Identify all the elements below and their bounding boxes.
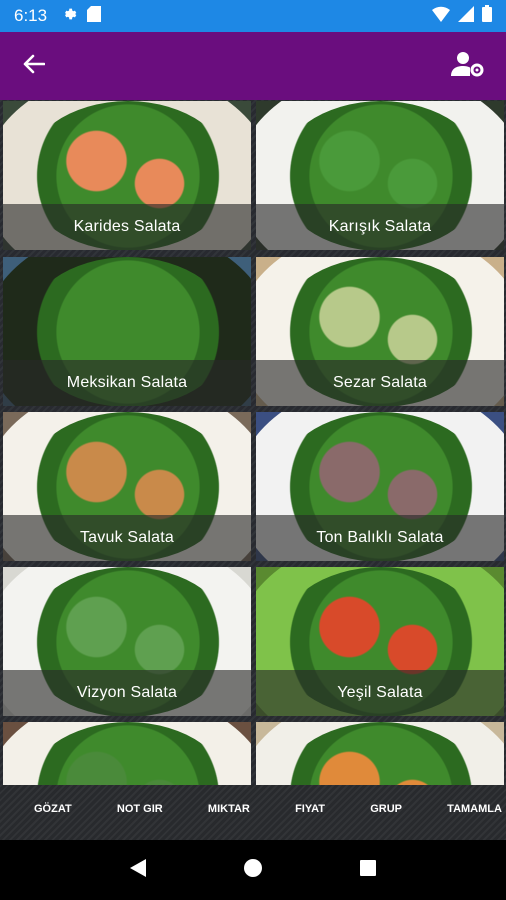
bottom-action-bar: GÖZAT NOT GIR MIKTAR FIYAT GRUP TAMAMLA xyxy=(0,785,506,840)
salad-label: Ton Balıklı Salata xyxy=(316,529,444,546)
signal-icon xyxy=(458,5,474,27)
user-settings-icon xyxy=(451,50,485,83)
salad-tile[interactable]: Karışık Salata xyxy=(256,101,504,250)
battery-icon xyxy=(482,5,492,27)
salad-label-bar: Karışık Salata xyxy=(256,204,504,250)
price-button[interactable]: FIYAT xyxy=(295,803,325,815)
salad-tile[interactable]: Meksikan Salata xyxy=(3,257,251,406)
salad-tile[interactable] xyxy=(256,722,504,785)
nav-recents-button[interactable] xyxy=(348,850,388,890)
salad-label: Sezar Salata xyxy=(332,374,427,391)
circle-home-icon xyxy=(243,858,263,883)
quantity-button[interactable]: MIKTAR xyxy=(208,803,250,815)
salad-label: Karides Salata xyxy=(73,218,181,235)
salad-label: Vizyon Salata xyxy=(76,684,178,701)
salad-tile[interactable]: Yeşil Salata xyxy=(256,567,504,716)
square-recents-icon xyxy=(359,859,377,882)
salad-tile[interactable] xyxy=(3,722,251,785)
salad-label-bar: Sezar Salata xyxy=(256,360,504,406)
app-bar xyxy=(0,32,506,100)
salad-tile[interactable]: Vizyon Salata xyxy=(3,567,251,716)
salad-grid: Karides Salata Karışık Salata Meksikan Sal… xyxy=(0,100,506,785)
salad-label-bar: Tavuk Salata xyxy=(3,515,251,561)
nav-home-button[interactable] xyxy=(233,850,273,890)
salad-tile[interactable]: Karides Salata xyxy=(3,101,251,250)
salad-label-bar: Ton Balıklı Salata xyxy=(256,515,504,561)
browse-button[interactable]: GÖZAT xyxy=(34,803,72,815)
salad-label: Yeşil Salata xyxy=(337,684,423,701)
salad-label-bar: Yeşil Salata xyxy=(256,670,504,716)
status-icons-right xyxy=(432,5,492,27)
sd-card-icon xyxy=(87,5,102,27)
gear-icon xyxy=(61,6,77,27)
back-button[interactable] xyxy=(18,50,50,82)
salad-label: Meksikan Salata xyxy=(66,374,188,391)
wifi-icon xyxy=(432,6,450,27)
salad-tile[interactable]: Tavuk Salata xyxy=(3,412,251,561)
system-nav-bar xyxy=(0,840,506,900)
salad-tile[interactable]: Sezar Salata xyxy=(256,257,504,406)
group-button[interactable]: GRUP xyxy=(370,803,402,815)
salad-label-bar: Karides Salata xyxy=(3,204,251,250)
user-settings-button[interactable] xyxy=(448,46,488,86)
status-time: 6:13 xyxy=(14,6,48,25)
salad-tile[interactable]: Ton Balıklı Salata xyxy=(256,412,504,561)
salad-label: Karışık Salata xyxy=(328,218,432,235)
salad-label-bar: Meksikan Salata xyxy=(3,360,251,406)
status-bar: 6:13 xyxy=(0,0,506,32)
status-icons-left xyxy=(61,5,102,27)
nav-back-button[interactable] xyxy=(118,850,158,890)
salad-label: Tavuk Salata xyxy=(79,529,174,546)
complete-button[interactable]: TAMAMLA xyxy=(447,803,502,815)
add-note-button[interactable]: NOT GIR xyxy=(117,803,163,815)
arrow-left-icon xyxy=(23,54,46,79)
triangle-back-icon xyxy=(129,858,147,883)
salad-label-bar: Vizyon Salata xyxy=(3,670,251,716)
